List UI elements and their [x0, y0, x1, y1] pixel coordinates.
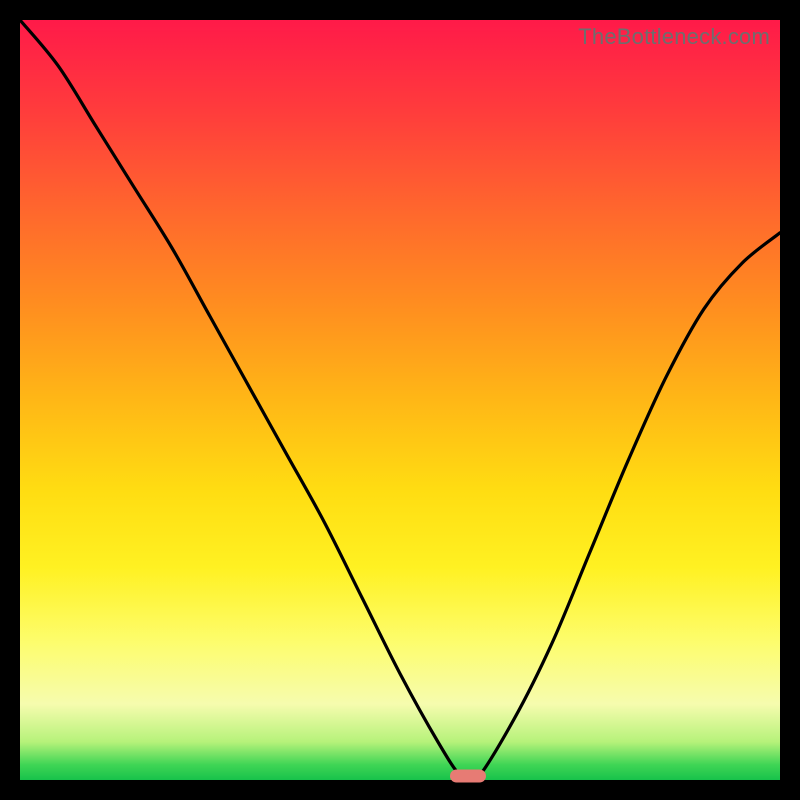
curve-path [20, 20, 780, 780]
bottleneck-curve [20, 20, 780, 780]
chart-plot-area: TheBottleneck.com [20, 20, 780, 780]
optimal-point-marker [450, 770, 486, 783]
